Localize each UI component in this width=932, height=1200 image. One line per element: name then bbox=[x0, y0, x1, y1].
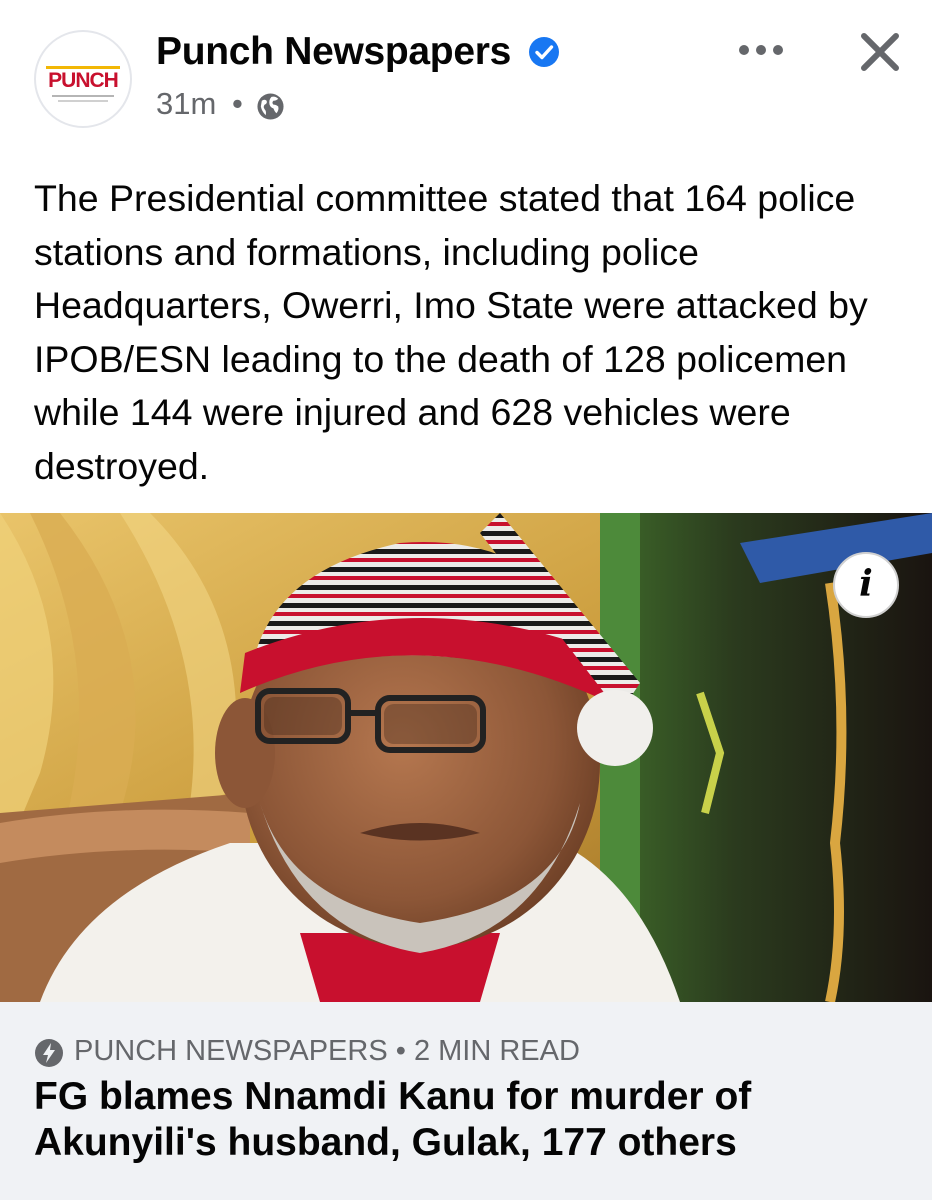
logo-tagline-2 bbox=[58, 100, 108, 102]
photo-illustration bbox=[0, 513, 932, 1002]
link-source-label: PUNCH NEWSPAPERS • 2 MIN READ bbox=[74, 1035, 580, 1067]
logo-tagline bbox=[52, 95, 114, 97]
info-icon: i bbox=[859, 563, 873, 605]
link-headline[interactable]: FG blames Nnamdi Kanu for murder of Akun… bbox=[34, 1074, 894, 1166]
post-header: PUNCH Punch Newspapers 31m • bbox=[0, 0, 932, 160]
info-button[interactable]: i bbox=[833, 552, 899, 618]
post-timestamp[interactable]: 31m bbox=[156, 86, 216, 122]
verified-check-icon bbox=[529, 37, 559, 67]
page-name-link[interactable]: Punch Newspapers bbox=[156, 30, 511, 74]
post-message: The Presidential committee stated that 1… bbox=[34, 177, 868, 487]
article-photo[interactable] bbox=[0, 513, 932, 1002]
more-options-icon[interactable] bbox=[736, 38, 786, 62]
page-avatar[interactable]: PUNCH bbox=[34, 30, 132, 128]
close-icon[interactable] bbox=[858, 30, 902, 74]
meta-separator: • bbox=[232, 86, 243, 121]
punch-logo: PUNCH bbox=[42, 66, 124, 91]
globe-icon bbox=[257, 93, 284, 120]
instant-article-bolt-icon bbox=[35, 1039, 63, 1067]
